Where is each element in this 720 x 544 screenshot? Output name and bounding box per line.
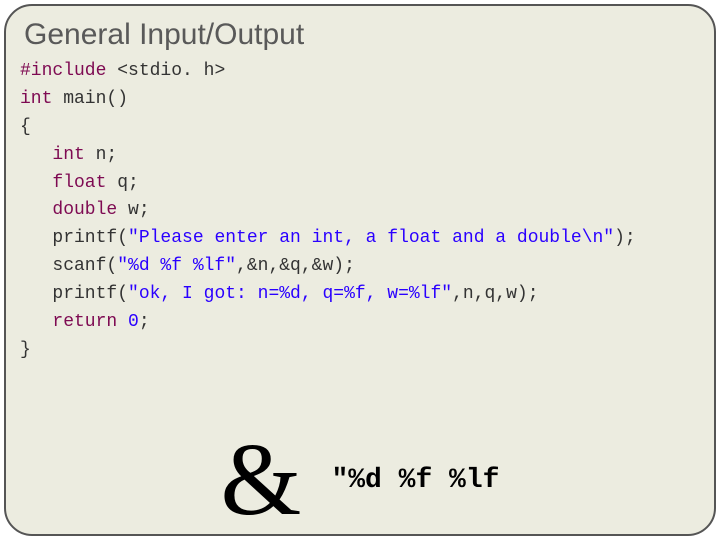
code-block: #include <stdio. h> int main() { int n; … [20, 58, 714, 365]
code-text: ); [614, 228, 636, 248]
slide-frame: General Input/Output #include <stdio. h>… [4, 4, 716, 536]
kw-int: int [20, 89, 52, 109]
code-text: <stdio. h> [106, 61, 225, 81]
bottom-row: & "%d %f %lf [6, 428, 714, 532]
slide-title: General Input/Output [24, 18, 714, 52]
code-text: main() [52, 89, 128, 109]
code-text: scanf( [20, 256, 117, 276]
code-text: printf( [20, 228, 128, 248]
code-text: printf( [20, 284, 128, 304]
string-literal: "ok, I got: n=%d, q=%f, w=%lf" [128, 284, 452, 304]
kw-float: float [20, 173, 106, 193]
kw-int2: int [20, 145, 85, 165]
kw-include: #include [20, 61, 106, 81]
code-text: q; [106, 173, 138, 193]
kw-return: return [20, 312, 117, 332]
code-text: w; [117, 200, 149, 220]
ampersand-symbol: & [221, 428, 302, 532]
code-text: } [20, 340, 31, 360]
code-text: ,&n,&q,&w); [236, 256, 355, 276]
code-text: { [20, 117, 31, 137]
code-text: ; [139, 312, 150, 332]
kw-double: double [20, 200, 117, 220]
format-string: "%d %f %lf [331, 465, 499, 496]
code-text: ,n,q,w); [452, 284, 538, 304]
string-literal: "Please enter an int, a float and a doub… [128, 228, 614, 248]
code-text: n; [85, 145, 117, 165]
num-literal: 0 [117, 312, 139, 332]
string-literal: "%d %f %lf" [117, 256, 236, 276]
